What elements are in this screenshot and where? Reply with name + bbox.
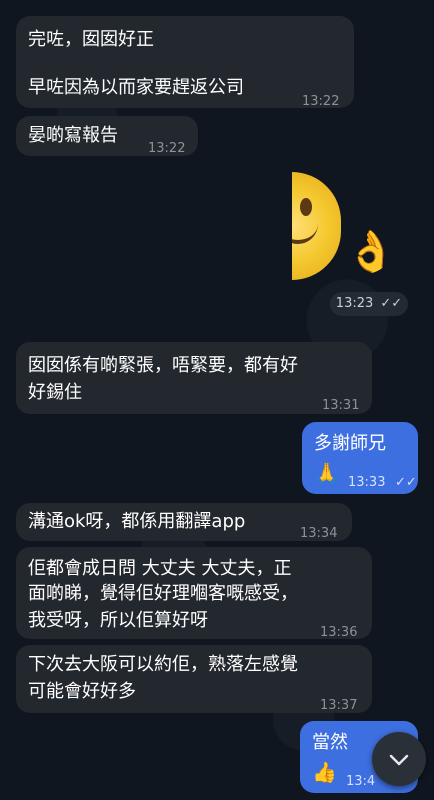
message-text: 佢都會成日問 大丈夫 大丈夫，正 (28, 558, 292, 579)
smiley-sticker (292, 172, 341, 280)
message-bubble-incoming[interactable]: 晏啲寫報告 13:22 (16, 116, 198, 156)
message-text: 我受呀，所以佢算好呀 (28, 610, 208, 631)
message-time: 13:31 (322, 398, 360, 413)
message-time: 13:23 (335, 296, 374, 311)
message-bubble-outgoing[interactable]: 多謝師兄 🙏 13:33 ✓✓ (302, 422, 418, 494)
message-text: 面啲睇，覺得佢好理嗰客嘅感受， (28, 583, 298, 604)
ok-hand-icon: 👌 (346, 229, 396, 275)
read-checks-icon: ✓✓ (380, 296, 403, 311)
message-time: 13:22 (302, 94, 340, 109)
sticker-message[interactable]: 👌 (292, 172, 410, 312)
folded-hands-icon: 🙏 (314, 461, 339, 485)
chevron-down-icon (389, 754, 409, 766)
message-bubble-incoming[interactable]: 下次去大阪可以約佢，熟落左感覺 可能會好好多 13:37 (16, 645, 372, 713)
message-time: 13:37 (320, 698, 358, 713)
message-text: 好錫住 (28, 382, 82, 403)
message-bubble-incoming[interactable]: 佢都會成日問 大丈夫 大丈夫，正 面啲睇，覺得佢好理嗰客嘅感受， 我受呀，所以佢… (16, 547, 372, 640)
message-text: 多謝師兄 (314, 433, 386, 454)
message-bubble-incoming[interactable]: 溝通ok呀，都係用翻譯app 13:34 (16, 503, 352, 541)
message-text: 晏啲寫報告 (28, 125, 118, 146)
message-time: 13:36 (320, 625, 358, 640)
message-text: 下次去大阪可以約佢，熟落左感覺 (28, 654, 298, 675)
sticker-time-badge: 13:23 ✓✓ (330, 292, 408, 316)
message-text: 早咗因為以而家要趕返公司 (28, 77, 244, 98)
message-text: 溝通ok呀，都係用翻譯app (28, 511, 246, 532)
message-text: 囡囡係有啲緊張，唔緊要，都有好 (28, 355, 298, 376)
message-text: 完咗，囡囡好正 (28, 29, 154, 50)
message-time: 13:33 (348, 475, 386, 490)
thumbs-up-icon: 👍 (312, 760, 337, 784)
message-time: 13:22 (148, 141, 186, 156)
scroll-to-bottom-button[interactable] (372, 732, 426, 786)
message-text: 當然 (312, 732, 348, 753)
message-bubble-incoming[interactable]: 囡囡係有啲緊張，唔緊要，都有好 好錫住 13:31 (16, 342, 372, 414)
read-checks-icon: ✓✓ (395, 475, 417, 490)
message-text: 可能會好好多 (28, 681, 136, 702)
message-bubble-incoming[interactable]: 完咗，囡囡好正 早咗因為以而家要趕返公司 13:22 (16, 16, 354, 109)
message-time: 13:4 (346, 774, 376, 789)
message-time: 13:34 (300, 526, 338, 541)
